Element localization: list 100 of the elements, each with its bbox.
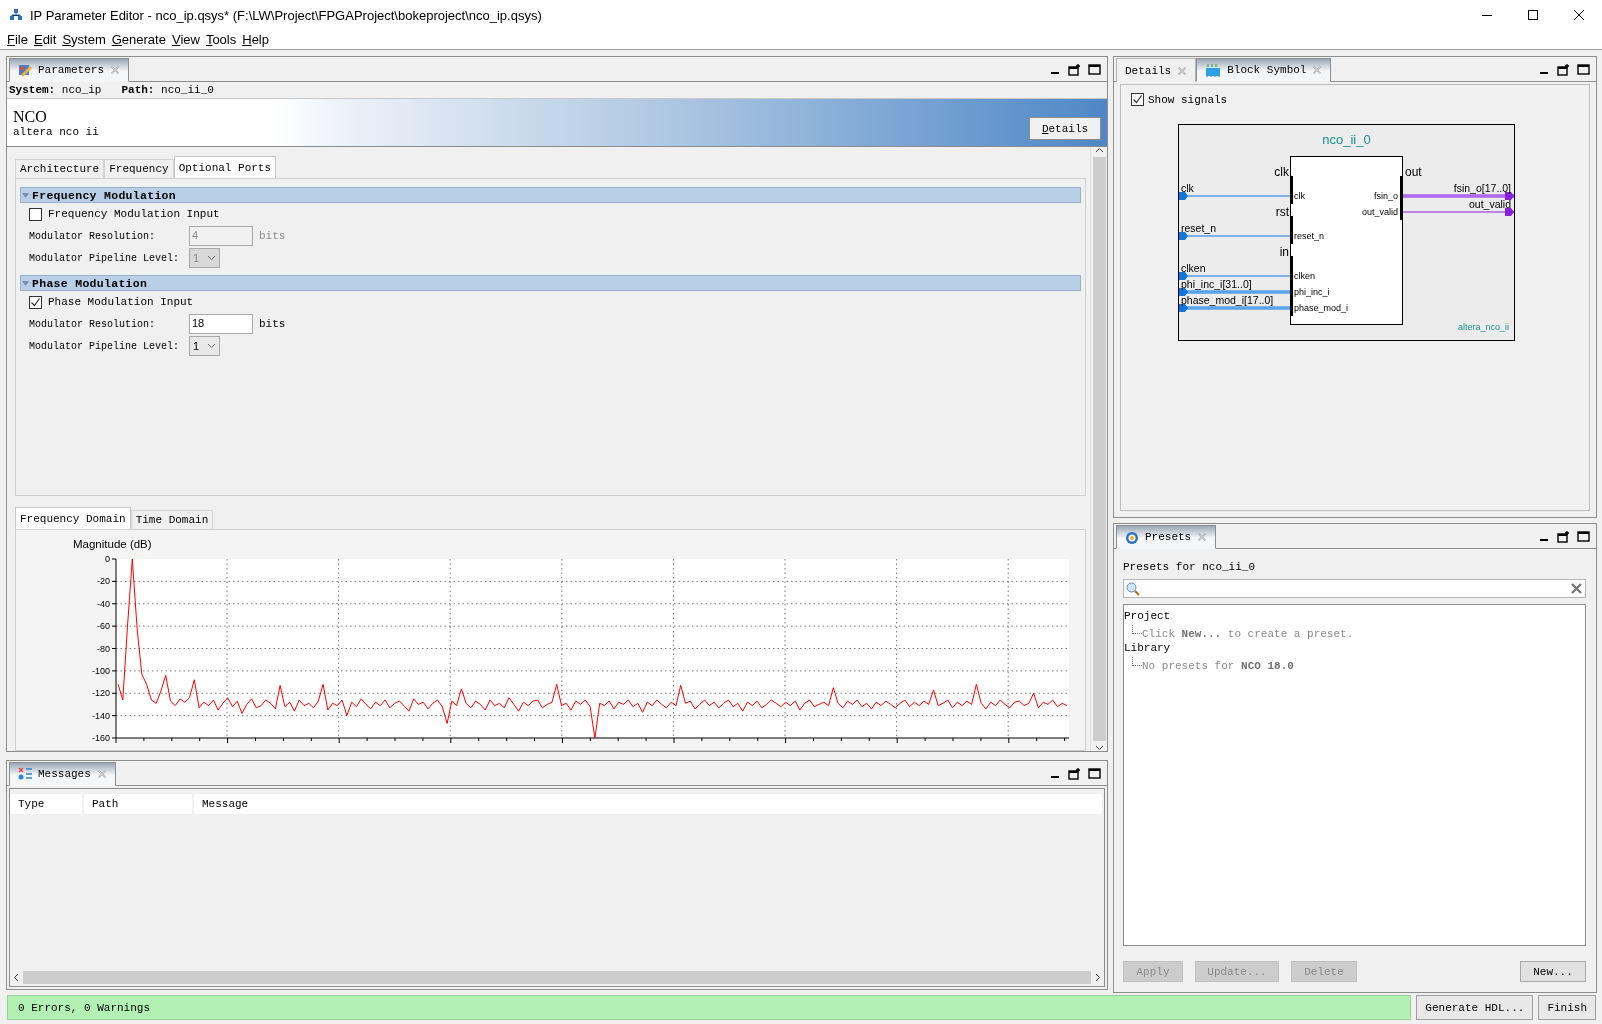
field-label: Modulator Pipeline Level: [29,252,181,264]
port-label: reset_n [1293,231,1324,241]
checkbox[interactable] [29,295,42,309]
menu-item[interactable]: Edit [30,32,60,47]
tick-label: -160 [92,733,110,743]
field-label: Modulator Resolution: [29,318,157,330]
interface-bar [1289,176,1293,204]
scroll-up-icon [1094,147,1104,153]
tick-label: -20 [97,576,110,587]
port-label: clk [1180,182,1194,194]
path-info: Path: nco_ii_0 [121,84,214,96]
footer-button[interactable]: Finish [1538,995,1596,1020]
checkbox[interactable] [29,207,42,221]
interface-bar [1289,256,1293,316]
tree-item[interactable]: No presets for NCO 18.0 [1142,660,1294,672]
details-button[interactable]: Details [1029,117,1101,140]
tab[interactable]: Frequency [104,159,174,178]
field-label: Modulator Resolution: [29,230,157,242]
tab[interactable]: Optional Ports [173,156,277,178]
network-icon [10,9,22,21]
menu-item[interactable]: Generate [108,32,169,47]
port-label: out_valid [1468,198,1511,210]
status-text: 0 Errors, 0 Warnings [18,1001,151,1014]
resolution-field[interactable]: 18 [189,314,253,334]
menu-item[interactable]: View [168,32,203,47]
tab[interactable]: Frequency Domain [15,507,131,529]
interface-bar [1289,216,1293,244]
column-header[interactable]: Type [10,794,84,814]
chevron-down-icon [207,255,216,261]
preset-button[interactable]: New... [1520,961,1586,982]
tree-item[interactable]: Click New... to create a preset. [1142,628,1354,640]
port-label: clk [1293,191,1305,201]
unit-label: bits [259,230,286,242]
maximize-icon[interactable] [1577,530,1590,542]
section-header[interactable]: Frequency Modulation [20,187,1081,203]
search-field[interactable] [1123,579,1586,598]
port-label: out_valid [1361,207,1398,217]
section-header[interactable]: Phase Modulation [20,275,1081,291]
tab[interactable]: Time Domain [130,510,214,529]
window-title: IP Parameter Editor - nco_ip.qsys* (F:\LW\Project\FPGAProject\bokeproject\nco_ip.qsys) [30,7,542,23]
port-label: phi_inc_i[31..0] [1180,278,1252,290]
tick-label: -140 [92,710,110,721]
interface-label: in [1279,245,1289,259]
restore-icon[interactable] [1557,62,1570,76]
search-icon [1126,581,1140,596]
scroll-right-icon [1095,973,1101,982]
footer-button[interactable]: Generate HDL... [1416,995,1534,1020]
tree-item[interactable]: Project [1124,610,1171,622]
tools-icon [18,63,32,77]
presets-heading: Presets for nco_ii_0 [1123,561,1257,575]
close-icon[interactable] [1573,9,1585,21]
restore-icon[interactable] [1068,62,1081,76]
unit-label: bits [259,318,286,330]
panel-tab[interactable]: Details [1116,58,1197,82]
menu-item[interactable]: Help [239,32,272,47]
port-label: phase_mod_i[17..0] [1180,294,1273,306]
maximize-icon[interactable] [1088,63,1101,75]
tick-label: -80 [97,643,110,654]
axis-title: Magnitude (dB) [73,538,152,550]
tree-connector [1132,625,1142,634]
port-label: phi_inc_i [1293,287,1330,297]
tick-label: -100 [92,665,110,676]
checkbox-label: Phase Modulation Input [48,296,194,308]
port-label: clken [1180,262,1205,274]
menu-item[interactable]: System [59,32,109,47]
component-title: NCO [13,107,48,126]
checkbox[interactable] [1131,93,1144,106]
chip-icon [1205,63,1222,77]
column-header[interactable]: Path [84,794,194,814]
checkbox-label: Show signals [1148,93,1228,106]
panel-tab[interactable]: Presets [1116,525,1217,549]
instance-name: nco_ii_0 [1321,132,1371,147]
tree-connector [1132,657,1142,666]
scrollbar[interactable] [1090,147,1107,751]
restore-icon[interactable] [1068,766,1081,780]
scroll-down-icon [1094,745,1104,751]
panel-tab[interactable]: Messages [9,762,116,786]
menu-item[interactable]: File [4,32,31,47]
menu-item[interactable]: Tools [202,32,240,47]
clear-icon[interactable] [1570,582,1583,595]
maximize-icon[interactable] [1577,63,1590,75]
tick-label: -60 [97,621,110,632]
maximize-icon[interactable] [1527,9,1539,21]
target-icon [1125,530,1139,544]
port-label: fsin_o [1373,191,1398,201]
panel-tab[interactable]: Parameters [9,58,129,82]
chevron-down-icon [207,343,216,349]
interface-bar [1399,176,1403,220]
tab[interactable]: Architecture [15,159,105,178]
interface-label: out [1404,165,1422,179]
tick-label: -120 [92,688,110,699]
field-label: Modulator Pipeline Level: [29,340,181,352]
column-header[interactable]: Message [194,794,1104,814]
maximize-icon[interactable] [1088,767,1101,779]
port-label: clken [1293,271,1315,281]
tree-item[interactable]: Library [1124,642,1171,654]
pipeline-dropdown[interactable]: 1 [189,336,220,356]
panel-tab[interactable]: Block Symbol [1196,58,1332,82]
tick-label: -40 [97,598,110,609]
restore-icon[interactable] [1557,529,1570,543]
